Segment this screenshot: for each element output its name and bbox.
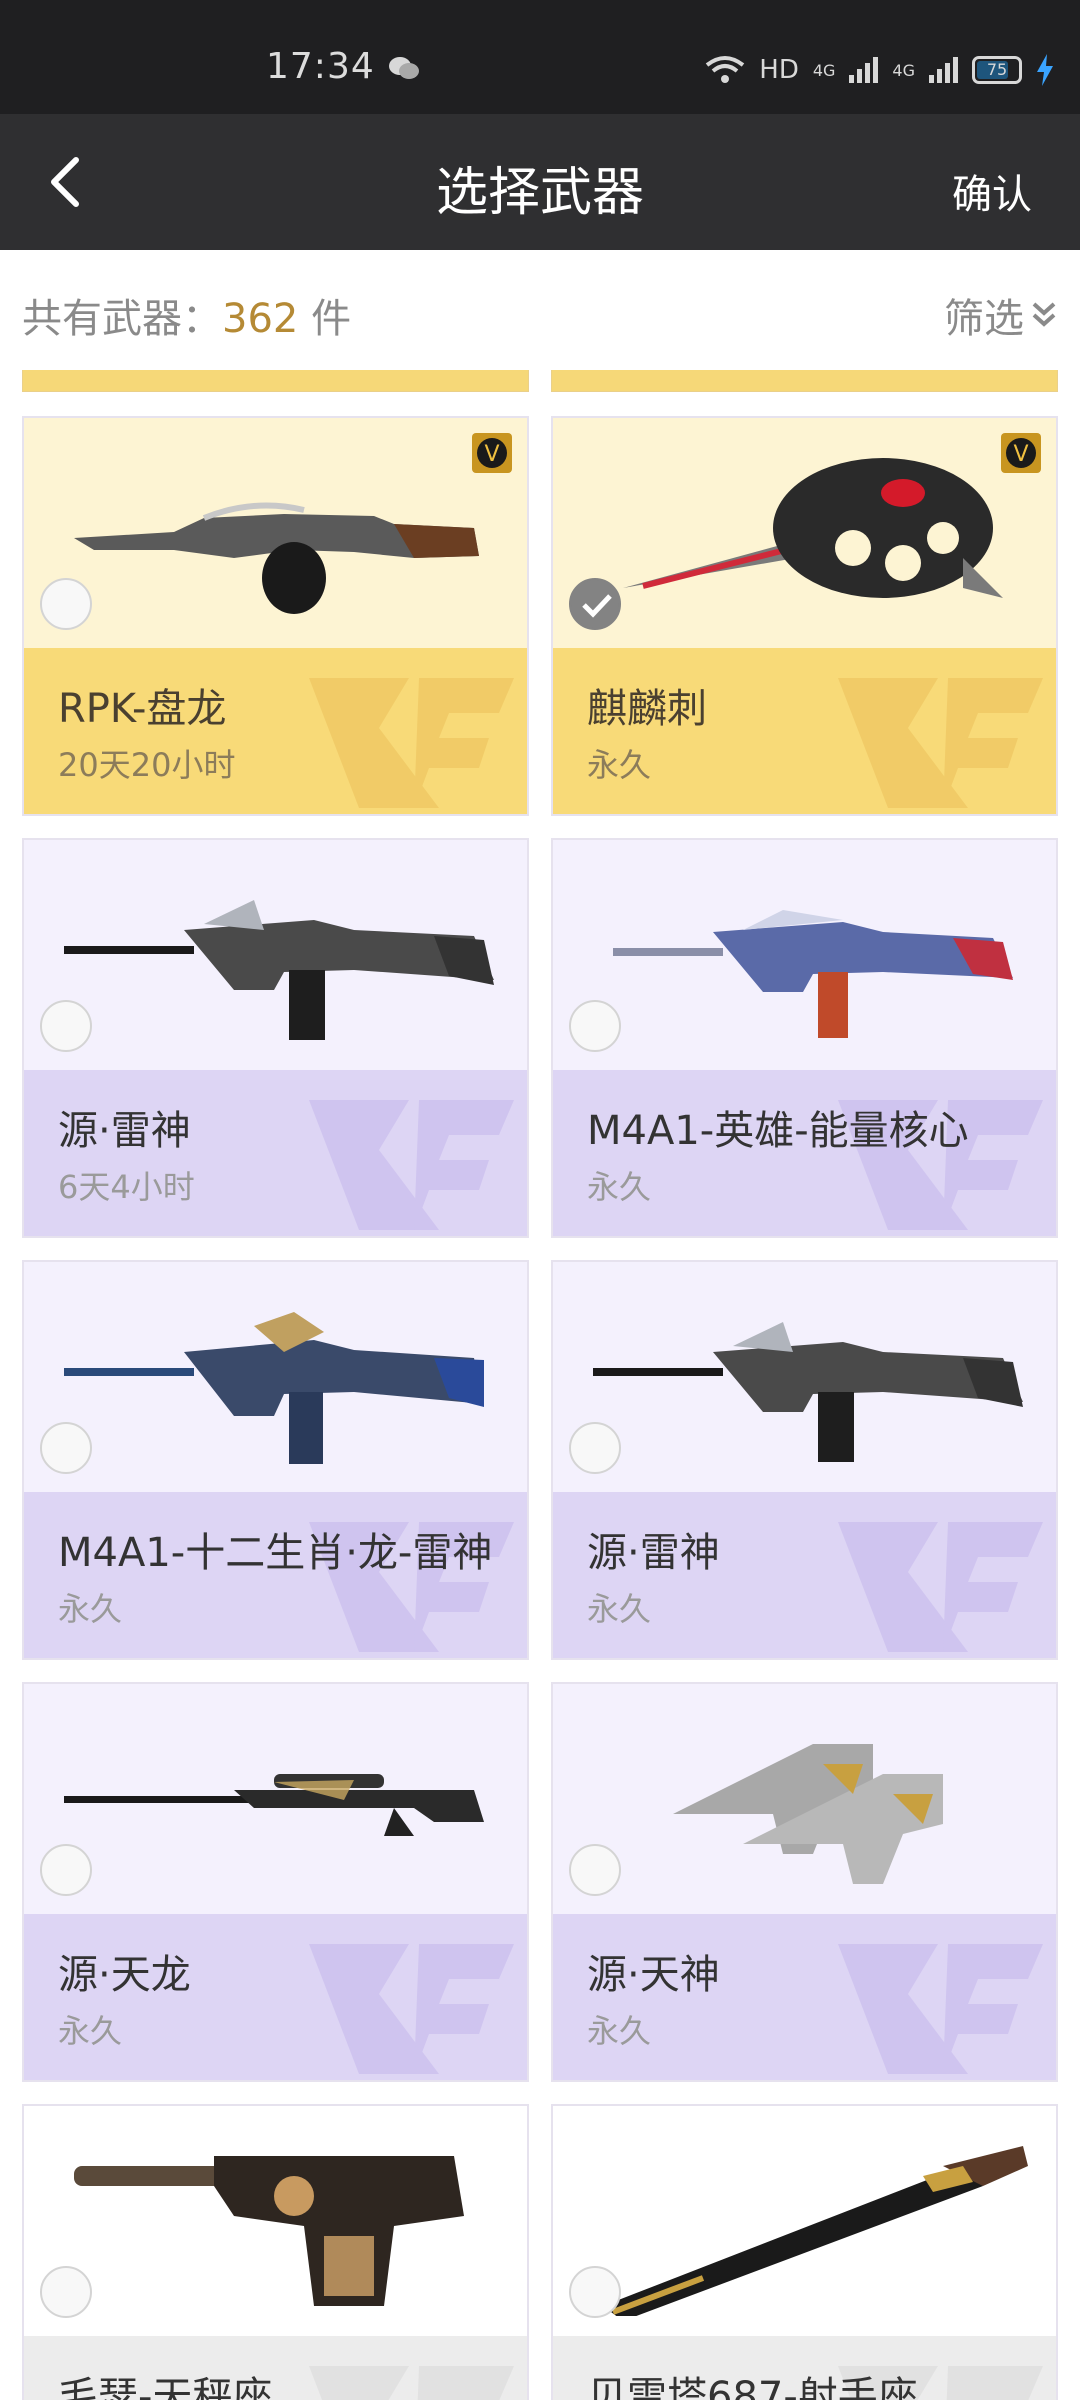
status-bar: 17:34 HD 4G 4G 75 <box>0 0 1080 114</box>
weapon-card[interactable]: 毛瑟-天秤座 <box>22 2104 529 2400</box>
weapon-name: 贝雷塔687-射手座 <box>587 2374 918 2400</box>
select-radio[interactable] <box>569 1422 621 1474</box>
select-radio[interactable] <box>569 2266 621 2318</box>
charging-bolt-icon <box>1037 54 1053 86</box>
cf-watermark-icon <box>838 1944 1043 2074</box>
cf-watermark-icon <box>309 1100 514 1230</box>
select-radio[interactable] <box>40 578 92 630</box>
cf-watermark-icon <box>838 1522 1043 1652</box>
weapon-card[interactable]: 源·天龙 永久 <box>22 1682 529 2082</box>
weapon-card[interactable]: 源·雷神 永久 <box>551 1260 1058 1660</box>
svg-text:V: V <box>1013 442 1028 467</box>
cf-watermark-icon <box>309 2366 514 2400</box>
filter-label: 筛选 <box>944 296 1024 342</box>
select-radio[interactable] <box>569 1000 621 1052</box>
rifle-drum-mag-icon <box>74 502 479 614</box>
weapon-card[interactable]: V RPK-盘龙 20天20小时 <box>22 416 529 816</box>
weapon-duration: 永久 <box>587 2012 652 2050</box>
weapon-duration: 永久 <box>587 1168 652 1206</box>
cf-watermark-icon <box>309 678 514 808</box>
signal-4g-label-1: 4G <box>812 60 836 80</box>
weapon-name: 源·天神 <box>587 1952 720 1998</box>
wifi-icon <box>706 56 745 83</box>
weapon-name: RPK-盘龙 <box>58 686 227 732</box>
page-title: 选择武器 <box>435 163 644 223</box>
weapon-count-label: 共有武器： <box>22 296 222 342</box>
dual-pistols-icon <box>673 1744 943 1884</box>
partial-card-left <box>22 370 529 392</box>
assault-rifle-icon <box>593 1322 1023 1462</box>
weapon-count: 共有武器：362 件 <box>22 286 351 344</box>
cf-watermark-icon <box>838 678 1043 808</box>
weapon-name: 毛瑟-天秤座 <box>58 2374 273 2400</box>
weapon-card[interactable]: 源·天神 永久 <box>551 1682 1058 2082</box>
knuckle-knife-icon <box>623 458 1003 598</box>
weapon-card[interactable]: V 麒麟刺 永久 <box>551 416 1058 816</box>
select-radio[interactable] <box>569 1844 621 1896</box>
status-time: 17:34 <box>266 46 375 87</box>
select-radio[interactable] <box>40 1844 92 1896</box>
signal-strength-icon <box>849 57 879 83</box>
weapon-grid[interactable]: V RPK-盘龙 20天20小时 V 麒麟刺 永久 源·雷神 6天4小时 M4A… <box>0 370 1080 2400</box>
weapon-duration: 永久 <box>58 1590 123 1628</box>
weapon-duration: 永久 <box>587 746 652 784</box>
confirm-button[interactable]: 确认 <box>952 162 1032 220</box>
weapon-name: M4A1-英雄-能量核心 <box>587 1108 969 1154</box>
weapon-card[interactable]: 贝雷塔687-射手座 <box>551 2104 1058 2400</box>
select-radio-checked[interactable] <box>569 578 621 630</box>
weapon-count-number: 362 <box>222 296 299 342</box>
assault-rifle-icon <box>613 910 1013 1038</box>
signal-4g-label-2: 4G <box>892 60 915 80</box>
select-radio[interactable] <box>40 1422 92 1474</box>
assault-rifle-icon <box>64 900 494 1040</box>
weapon-card[interactable]: 源·雷神 6天4小时 <box>22 838 529 1238</box>
cf-watermark-icon <box>309 1944 514 2074</box>
double-chevron-down-icon <box>1032 302 1056 327</box>
weapon-duration: 20天20小时 <box>58 746 236 784</box>
vip-badge-icon: V <box>1001 433 1041 473</box>
weapon-name: 源·天龙 <box>58 1952 191 1998</box>
partial-card-right <box>551 370 1058 392</box>
sniper-rifle-icon <box>64 1774 484 1836</box>
mauser-pistol-icon <box>74 2156 464 2306</box>
weapon-name: 源·雷神 <box>587 1530 720 1576</box>
weapon-duration: 6天4小时 <box>58 1168 195 1206</box>
vip-badge-icon: V <box>472 433 512 473</box>
weapon-name: 麒麟刺 <box>587 686 707 732</box>
filter-button[interactable]: 筛选 <box>944 286 1058 344</box>
checkmark-icon <box>582 594 612 618</box>
wechat-notification-icon <box>389 57 419 79</box>
nav-bar: 选择武器 确认 <box>0 114 1080 250</box>
network-hd-label: HD <box>759 55 799 85</box>
assault-rifle-icon <box>64 1312 484 1464</box>
weapon-name: M4A1-十二生肖·龙-雷神 <box>58 1530 493 1576</box>
battery-icon: 75 <box>972 56 1022 84</box>
signal-strength-icon-2 <box>929 57 958 83</box>
weapon-duration: 永久 <box>587 1590 652 1628</box>
summary-bar: 共有武器：362 件 筛选 <box>0 250 1080 370</box>
select-radio[interactable] <box>40 1000 92 1052</box>
weapon-count-unit: 件 <box>298 296 352 342</box>
svg-text:V: V <box>484 442 499 467</box>
select-radio[interactable] <box>40 2266 92 2318</box>
weapon-card[interactable]: M4A1-十二生肖·龙-雷神 永久 <box>22 1260 529 1660</box>
weapon-duration: 永久 <box>58 2012 123 2050</box>
weapon-card[interactable]: M4A1-英雄-能量核心 永久 <box>551 838 1058 1238</box>
shotgun-icon <box>603 2146 1028 2316</box>
weapon-name: 源·雷神 <box>58 1108 191 1154</box>
